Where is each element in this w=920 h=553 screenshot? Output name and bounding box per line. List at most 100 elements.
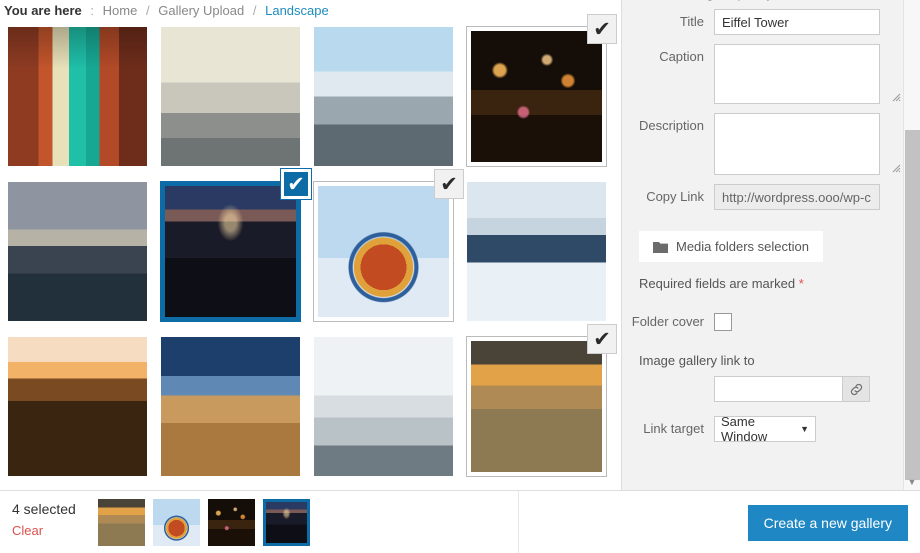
title-label: Title bbox=[622, 9, 714, 35]
breadcrumb-home[interactable]: Home bbox=[103, 3, 138, 18]
copy-link-input[interactable] bbox=[714, 184, 880, 210]
breadcrumb-landscape[interactable]: Landscape bbox=[265, 3, 329, 18]
link-target-label: Link target bbox=[622, 416, 714, 442]
gallery-item-city-night-bokeh[interactable]: ✔ bbox=[459, 23, 612, 178]
link-icon-button[interactable] bbox=[842, 376, 870, 402]
check-icon[interactable]: ✔ bbox=[587, 14, 617, 44]
selected-thumbnails-tray bbox=[98, 499, 310, 546]
thumbnail-image bbox=[314, 337, 453, 476]
gallery-item-eiffel-tower-paris-night[interactable]: ✔ bbox=[153, 178, 306, 333]
decorative-note: Image is purely decorative. bbox=[622, 0, 903, 9]
thumbnail-frame bbox=[161, 182, 300, 321]
attachment-details-panel: Image is purely decorative. Title Captio… bbox=[621, 0, 920, 490]
chevron-down-icon: ▼ bbox=[800, 424, 809, 434]
description-row: Description bbox=[622, 113, 903, 175]
gallery-link-row bbox=[622, 376, 903, 402]
required-fields-note: Required fields are marked * bbox=[639, 276, 903, 291]
link-target-select[interactable]: Same Window ▼ bbox=[714, 416, 816, 442]
gallery-item-balanced-boulder-rock[interactable]: ✔ bbox=[153, 333, 306, 488]
gallery-item-sea-stack-beach[interactable]: ✔ bbox=[306, 333, 459, 488]
image-grid-row: ✔✔✔✔ bbox=[0, 23, 621, 178]
link-target-row: Link target Same Window ▼ bbox=[622, 416, 903, 442]
copy-link-label: Copy Link bbox=[622, 184, 714, 210]
media-folders-selection-label: Media folders selection bbox=[676, 239, 809, 254]
thumbnail-image bbox=[8, 182, 147, 321]
thumbnail-frame bbox=[161, 27, 300, 166]
thumbnail-image bbox=[314, 27, 453, 166]
thumbnail-frame bbox=[8, 27, 147, 166]
thumbnail-frame bbox=[467, 27, 606, 166]
caption-textarea[interactable] bbox=[714, 44, 880, 104]
folder-cover-checkbox[interactable] bbox=[714, 313, 732, 331]
thumbnail-frame bbox=[314, 182, 453, 321]
sidebar-scrollbar[interactable]: ▼ bbox=[903, 0, 920, 490]
tray-thumbnail-canal-sunset-town[interactable] bbox=[98, 499, 145, 546]
selection-bar: 4 selected Clear Create a new gallery bbox=[0, 490, 920, 552]
selected-count: 4 selected bbox=[12, 501, 76, 517]
gallery-link-input[interactable] bbox=[714, 376, 842, 402]
scroll-down-arrow-icon[interactable]: ▼ bbox=[904, 474, 920, 490]
thumbnail-frame bbox=[8, 182, 147, 321]
breadcrumb-separator-1: / bbox=[146, 3, 150, 18]
check-icon[interactable]: ✔ bbox=[587, 324, 617, 354]
gallery-item-snowy-mountain-clouds[interactable]: ✔ bbox=[459, 178, 612, 333]
bottom-divider bbox=[518, 491, 519, 553]
gallery-item-canal-sunset-town[interactable]: ✔ bbox=[459, 333, 612, 488]
breadcrumb-separator-2: / bbox=[253, 3, 257, 18]
caption-row: Caption bbox=[622, 44, 903, 104]
title-row: Title bbox=[622, 9, 903, 35]
gallery-item-venice-canal-gondola[interactable]: ✔ bbox=[0, 23, 153, 178]
create-new-gallery-button[interactable]: Create a new gallery bbox=[748, 505, 908, 541]
caption-label: Caption bbox=[622, 44, 714, 70]
required-fields-text: Required fields are marked bbox=[639, 276, 795, 291]
tray-thumbnail-eiffel-tower-paris-night[interactable] bbox=[263, 499, 310, 546]
image-grid: ✔✔✔✔✔✔✔✔✔✔✔✔ bbox=[0, 23, 621, 488]
media-folders-selection-button[interactable]: Media folders selection bbox=[639, 231, 823, 262]
breadcrumb-prefix: You are here bbox=[4, 3, 82, 18]
thumbnail-frame bbox=[467, 182, 606, 321]
thumbnail-image bbox=[165, 186, 296, 317]
thumbnail-image bbox=[8, 337, 147, 476]
thumbnail-image bbox=[471, 31, 602, 162]
link-target-value: Same Window bbox=[721, 414, 800, 444]
description-label: Description bbox=[622, 113, 714, 139]
image-grid-row: ✔✔✔✔ bbox=[0, 333, 621, 488]
gallery-item-brooklyn-bridge[interactable]: ✔ bbox=[0, 178, 153, 333]
tray-thumbnail-carousel-swing-ride[interactable] bbox=[153, 499, 200, 546]
thumbnail-image bbox=[161, 337, 300, 476]
required-asterisk: * bbox=[799, 276, 804, 291]
thumbnail-image bbox=[8, 27, 147, 166]
copy-link-row: Copy Link bbox=[622, 184, 903, 210]
tray-thumbnail-city-night-bokeh[interactable] bbox=[208, 499, 255, 546]
breadcrumb-gallery-upload[interactable]: Gallery Upload bbox=[158, 3, 244, 18]
media-grid-panel: You are here : Home / Gallery Upload / L… bbox=[0, 0, 621, 490]
clear-selection-link[interactable]: Clear bbox=[12, 523, 76, 538]
thumbnail-image bbox=[318, 186, 449, 317]
thumbnail-image bbox=[161, 27, 300, 166]
title-input[interactable] bbox=[714, 9, 880, 35]
thumbnail-frame bbox=[467, 337, 606, 476]
thumbnail-image bbox=[471, 341, 602, 472]
image-gallery-link-label: Image gallery link to bbox=[639, 353, 903, 368]
gallery-upload-screen: You are here : Home / Gallery Upload / L… bbox=[0, 0, 920, 552]
gallery-item-carousel-swing-ride[interactable]: ✔ bbox=[306, 178, 459, 333]
thumbnail-frame bbox=[8, 337, 147, 476]
gallery-item-london-westminster-bridge[interactable]: ✔ bbox=[153, 23, 306, 178]
thumbnail-frame bbox=[314, 337, 453, 476]
thumbnail-frame bbox=[314, 27, 453, 166]
folder-cover-row: Folder cover bbox=[622, 309, 903, 335]
image-grid-row: ✔✔✔✔ bbox=[0, 178, 621, 333]
gallery-item-new-york-skyline[interactable]: ✔ bbox=[306, 23, 459, 178]
resize-grip-icon bbox=[892, 164, 901, 173]
selection-summary: 4 selected Clear bbox=[12, 501, 76, 538]
folder-icon bbox=[653, 241, 668, 253]
scrollbar-thumb[interactable] bbox=[905, 130, 920, 480]
thumbnail-image bbox=[467, 182, 606, 321]
breadcrumb: You are here : Home / Gallery Upload / L… bbox=[0, 0, 329, 22]
resize-grip-icon bbox=[892, 93, 901, 102]
chain-link-icon bbox=[849, 382, 864, 397]
thumbnail-frame bbox=[161, 337, 300, 476]
description-textarea[interactable] bbox=[714, 113, 880, 175]
breadcrumb-colon: : bbox=[90, 3, 94, 18]
gallery-item-sunset-hills[interactable]: ✔ bbox=[0, 333, 153, 488]
